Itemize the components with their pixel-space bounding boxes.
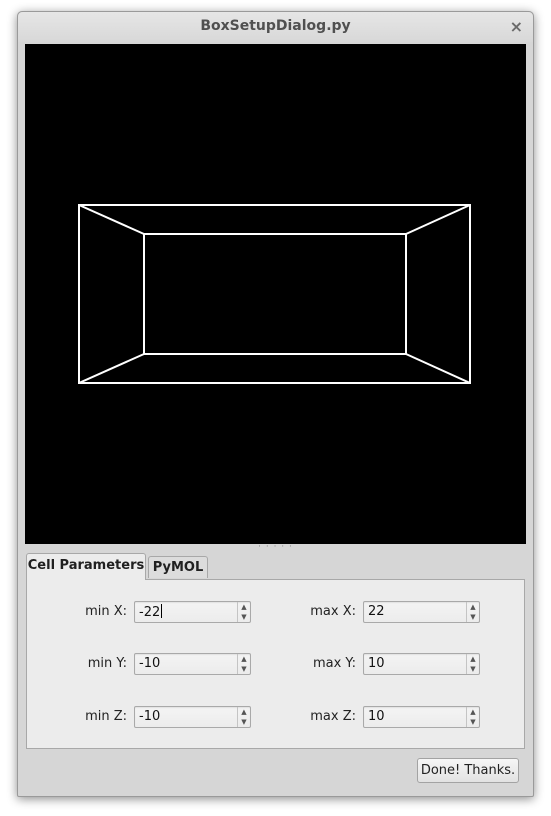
- window-title: BoxSetupDialog.py: [200, 18, 351, 34]
- max-z-decrement-icon[interactable]: ▼: [468, 717, 478, 727]
- max-y-value[interactable]: 10: [368, 656, 385, 671]
- title-bar[interactable]: BoxSetupDialog.py ×: [18, 12, 533, 42]
- splitter-handle[interactable]: · · · · ·: [18, 543, 533, 552]
- box-inner-face: [143, 233, 407, 355]
- max-x-value[interactable]: 22: [368, 604, 385, 619]
- min-z-spin-arrows: ▲ ▼: [237, 707, 250, 727]
- box-wireframe: [78, 204, 471, 384]
- max-y-spinbox[interactable]: 10 ▲ ▼: [363, 653, 480, 675]
- min-z-label: min Z:: [85, 709, 127, 724]
- min-x-increment-icon[interactable]: ▲: [239, 602, 249, 612]
- max-x-spinbox[interactable]: 22 ▲ ▼: [363, 601, 480, 623]
- tab-cell-parameters[interactable]: Cell Parameters: [26, 553, 146, 580]
- min-y-value[interactable]: -10: [139, 656, 160, 671]
- min-x-decrement-icon[interactable]: ▼: [239, 612, 249, 622]
- box-edge-bottom-right: [405, 353, 471, 384]
- close-icon[interactable]: ×: [510, 17, 523, 36]
- min-x-value[interactable]: -22: [139, 605, 160, 620]
- box-preview-viewport[interactable]: [25, 44, 526, 544]
- max-y-increment-icon[interactable]: ▲: [468, 654, 478, 664]
- min-y-label: min Y:: [87, 656, 127, 671]
- tab-pymol[interactable]: PyMOL: [148, 556, 208, 578]
- done-button[interactable]: Done! Thanks.: [417, 758, 519, 783]
- box-edge-bottom-left: [78, 353, 145, 384]
- min-z-decrement-icon[interactable]: ▼: [239, 717, 249, 727]
- box-edge-top-right: [405, 204, 471, 235]
- max-y-spin-arrows: ▲ ▼: [466, 654, 479, 674]
- dialog-window: BoxSetupDialog.py × · · · · · Cell Param…: [17, 11, 534, 797]
- cell-parameters-panel: min X: -22 ▲ ▼ max X: 22 ▲ ▼ min Y: -10 …: [26, 579, 525, 749]
- max-z-spinbox[interactable]: 10 ▲ ▼: [363, 706, 480, 728]
- max-x-spin-arrows: ▲ ▼: [466, 602, 479, 622]
- max-z-value[interactable]: 10: [368, 709, 385, 724]
- max-y-label: max Y:: [312, 656, 356, 671]
- min-x-spinbox[interactable]: -22 ▲ ▼: [134, 601, 251, 623]
- min-y-increment-icon[interactable]: ▲: [239, 654, 249, 664]
- min-z-spinbox[interactable]: -10 ▲ ▼: [134, 706, 251, 728]
- max-y-decrement-icon[interactable]: ▼: [468, 664, 478, 674]
- min-y-spinbox[interactable]: -10 ▲ ▼: [134, 653, 251, 675]
- max-x-label: max X:: [310, 604, 356, 619]
- max-z-spin-arrows: ▲ ▼: [466, 707, 479, 727]
- min-x-spin-arrows: ▲ ▼: [237, 602, 250, 622]
- text-cursor: [161, 604, 163, 618]
- max-z-increment-icon[interactable]: ▲: [468, 707, 478, 717]
- min-z-increment-icon[interactable]: ▲: [239, 707, 249, 717]
- box-edge-top-left: [78, 204, 145, 235]
- min-z-value[interactable]: -10: [139, 709, 160, 724]
- max-x-decrement-icon[interactable]: ▼: [468, 612, 478, 622]
- min-y-decrement-icon[interactable]: ▼: [239, 664, 249, 674]
- min-x-label: min X:: [85, 604, 127, 619]
- max-z-label: max Z:: [310, 709, 356, 724]
- max-x-increment-icon[interactable]: ▲: [468, 602, 478, 612]
- min-y-spin-arrows: ▲ ▼: [237, 654, 250, 674]
- min-x-input-wrap[interactable]: -22: [139, 604, 163, 620]
